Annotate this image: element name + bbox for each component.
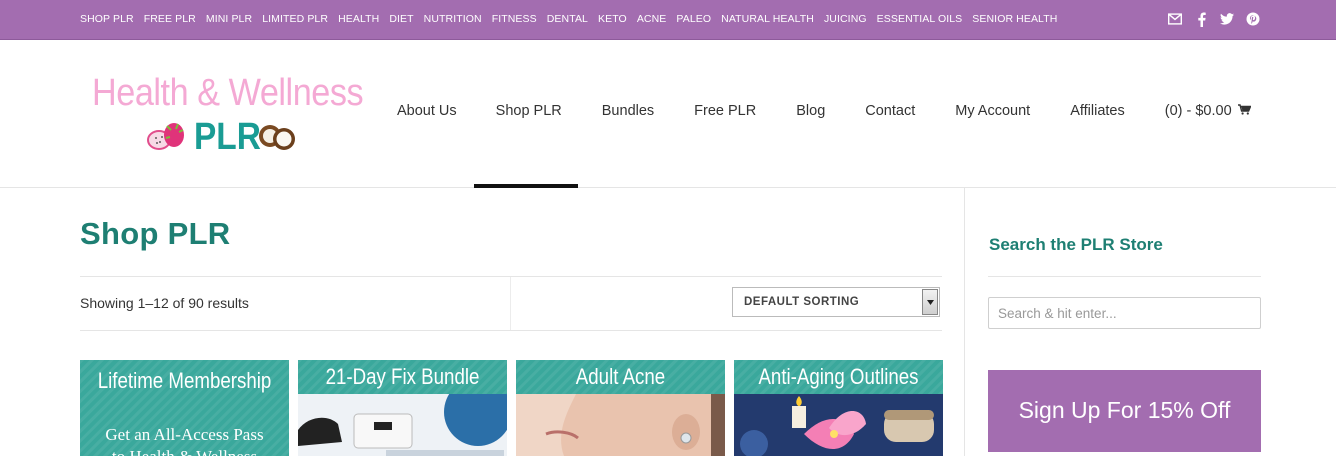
nav-blog[interactable]: Blog: [796, 103, 825, 119]
page-title: Shop PLR: [80, 216, 231, 251]
sidebar-divider: [988, 276, 1261, 277]
cart-icon: [1237, 104, 1252, 115]
top-link-dental[interactable]: DENTAL: [547, 13, 588, 25]
nav-my-account[interactable]: My Account: [955, 103, 1030, 119]
result-toolbar: Showing 1–12 of 90 results DEFAULT SORTI…: [80, 276, 942, 331]
product-subtitle-line2: to Health & Wellness: [80, 446, 289, 456]
product-card[interactable]: 21-Day Fix Bundle: [298, 360, 507, 456]
site-logo[interactable]: Health & Wellness PLR: [90, 72, 365, 162]
nav-affiliates[interactable]: Affiliates: [1070, 103, 1125, 119]
nav-contact[interactable]: Contact: [865, 103, 915, 119]
chevron-down-icon[interactable]: [922, 289, 938, 315]
main-nav: About Us Shop PLR Bundles Free PLR Blog …: [397, 103, 1252, 119]
top-link-juicing[interactable]: JUICING: [824, 13, 867, 25]
top-link-fitness[interactable]: FITNESS: [492, 13, 537, 25]
twitter-icon[interactable]: [1220, 11, 1234, 27]
top-link-limited-plr[interactable]: LIMITED PLR: [262, 13, 328, 25]
nav-free-plr[interactable]: Free PLR: [694, 103, 756, 119]
nav-about-us[interactable]: About Us: [397, 103, 457, 119]
email-icon[interactable]: [1168, 11, 1182, 27]
product-subtitle: Get an All-Access Pass to Health & Welln…: [80, 424, 289, 456]
product-title: 21-Day Fix Bundle: [325, 364, 480, 389]
top-link-essential-oils[interactable]: ESSENTIAL OILS: [877, 13, 963, 25]
nav-shop-plr[interactable]: Shop PLR: [496, 103, 562, 119]
sidebar: Search the PLR Store Sign Up For 15% Off: [964, 188, 1336, 456]
top-link-mini-plr[interactable]: MINI PLR: [206, 13, 252, 25]
product-image: [516, 394, 725, 456]
nav-bundles[interactable]: Bundles: [602, 103, 654, 119]
top-link-acne[interactable]: ACNE: [637, 13, 667, 25]
top-link-paleo[interactable]: PALEO: [676, 13, 711, 25]
coconut-icon: [259, 125, 295, 150]
top-link-shop-plr[interactable]: SHOP PLR: [80, 13, 134, 25]
logo-text-bottom: PLR: [194, 116, 261, 158]
top-link-diet[interactable]: DIET: [389, 13, 413, 25]
product-title: Adult Acne: [575, 364, 666, 389]
top-link-free-plr[interactable]: FREE PLR: [144, 13, 196, 25]
sort-dropdown[interactable]: DEFAULT SORTING: [732, 287, 940, 317]
sort-selected-value: DEFAULT SORTING: [744, 296, 860, 308]
product-card[interactable]: Lifetime Membership Get an All-Access Pa…: [80, 360, 289, 456]
social-links: [1168, 11, 1260, 27]
dragonfruit-icon: [147, 123, 184, 150]
product-image: [298, 394, 507, 456]
top-link-keto[interactable]: KETO: [598, 13, 627, 25]
main-content: Shop PLR Showing 1–12 of 90 results DEFA…: [80, 188, 943, 456]
top-bar: SHOP PLR FREE PLR MINI PLR LIMITED PLR H…: [0, 0, 1336, 40]
top-link-natural-health[interactable]: NATURAL HEALTH: [721, 13, 814, 25]
product-image: [734, 394, 943, 456]
product-title: Anti-Aging Outlines: [758, 364, 919, 389]
facebook-icon[interactable]: [1194, 11, 1208, 27]
top-link-senior-health[interactable]: SENIOR HEALTH: [972, 13, 1057, 25]
product-card[interactable]: Adult Acne: [516, 360, 725, 456]
site-header: Health & Wellness PLR About Us Shop PLR …: [0, 41, 1336, 188]
sidebar-search-title: Search the PLR Store: [989, 235, 1163, 254]
cart-link[interactable]: (0) - $0.00: [1164, 103, 1252, 119]
search-input[interactable]: [988, 297, 1261, 329]
logo-text-top: Health & Wellness: [92, 72, 364, 114]
top-link-health[interactable]: HEALTH: [338, 13, 379, 25]
product-subtitle-line1: Get an All-Access Pass: [105, 425, 264, 444]
product-grid: Lifetime Membership Get an All-Access Pa…: [80, 360, 943, 456]
product-title: Lifetime Membership: [97, 368, 272, 393]
result-count: Showing 1–12 of 90 results: [80, 295, 249, 311]
top-category-nav: SHOP PLR FREE PLR MINI PLR LIMITED PLR H…: [80, 13, 1057, 25]
product-card[interactable]: Anti-Aging Outlines: [734, 360, 943, 456]
pinterest-icon[interactable]: [1246, 11, 1260, 27]
top-link-nutrition[interactable]: NUTRITION: [424, 13, 482, 25]
toolbar-divider: [510, 277, 511, 330]
cart-total: (0) - $0.00: [1164, 103, 1232, 119]
signup-button[interactable]: Sign Up For 15% Off: [988, 370, 1261, 452]
